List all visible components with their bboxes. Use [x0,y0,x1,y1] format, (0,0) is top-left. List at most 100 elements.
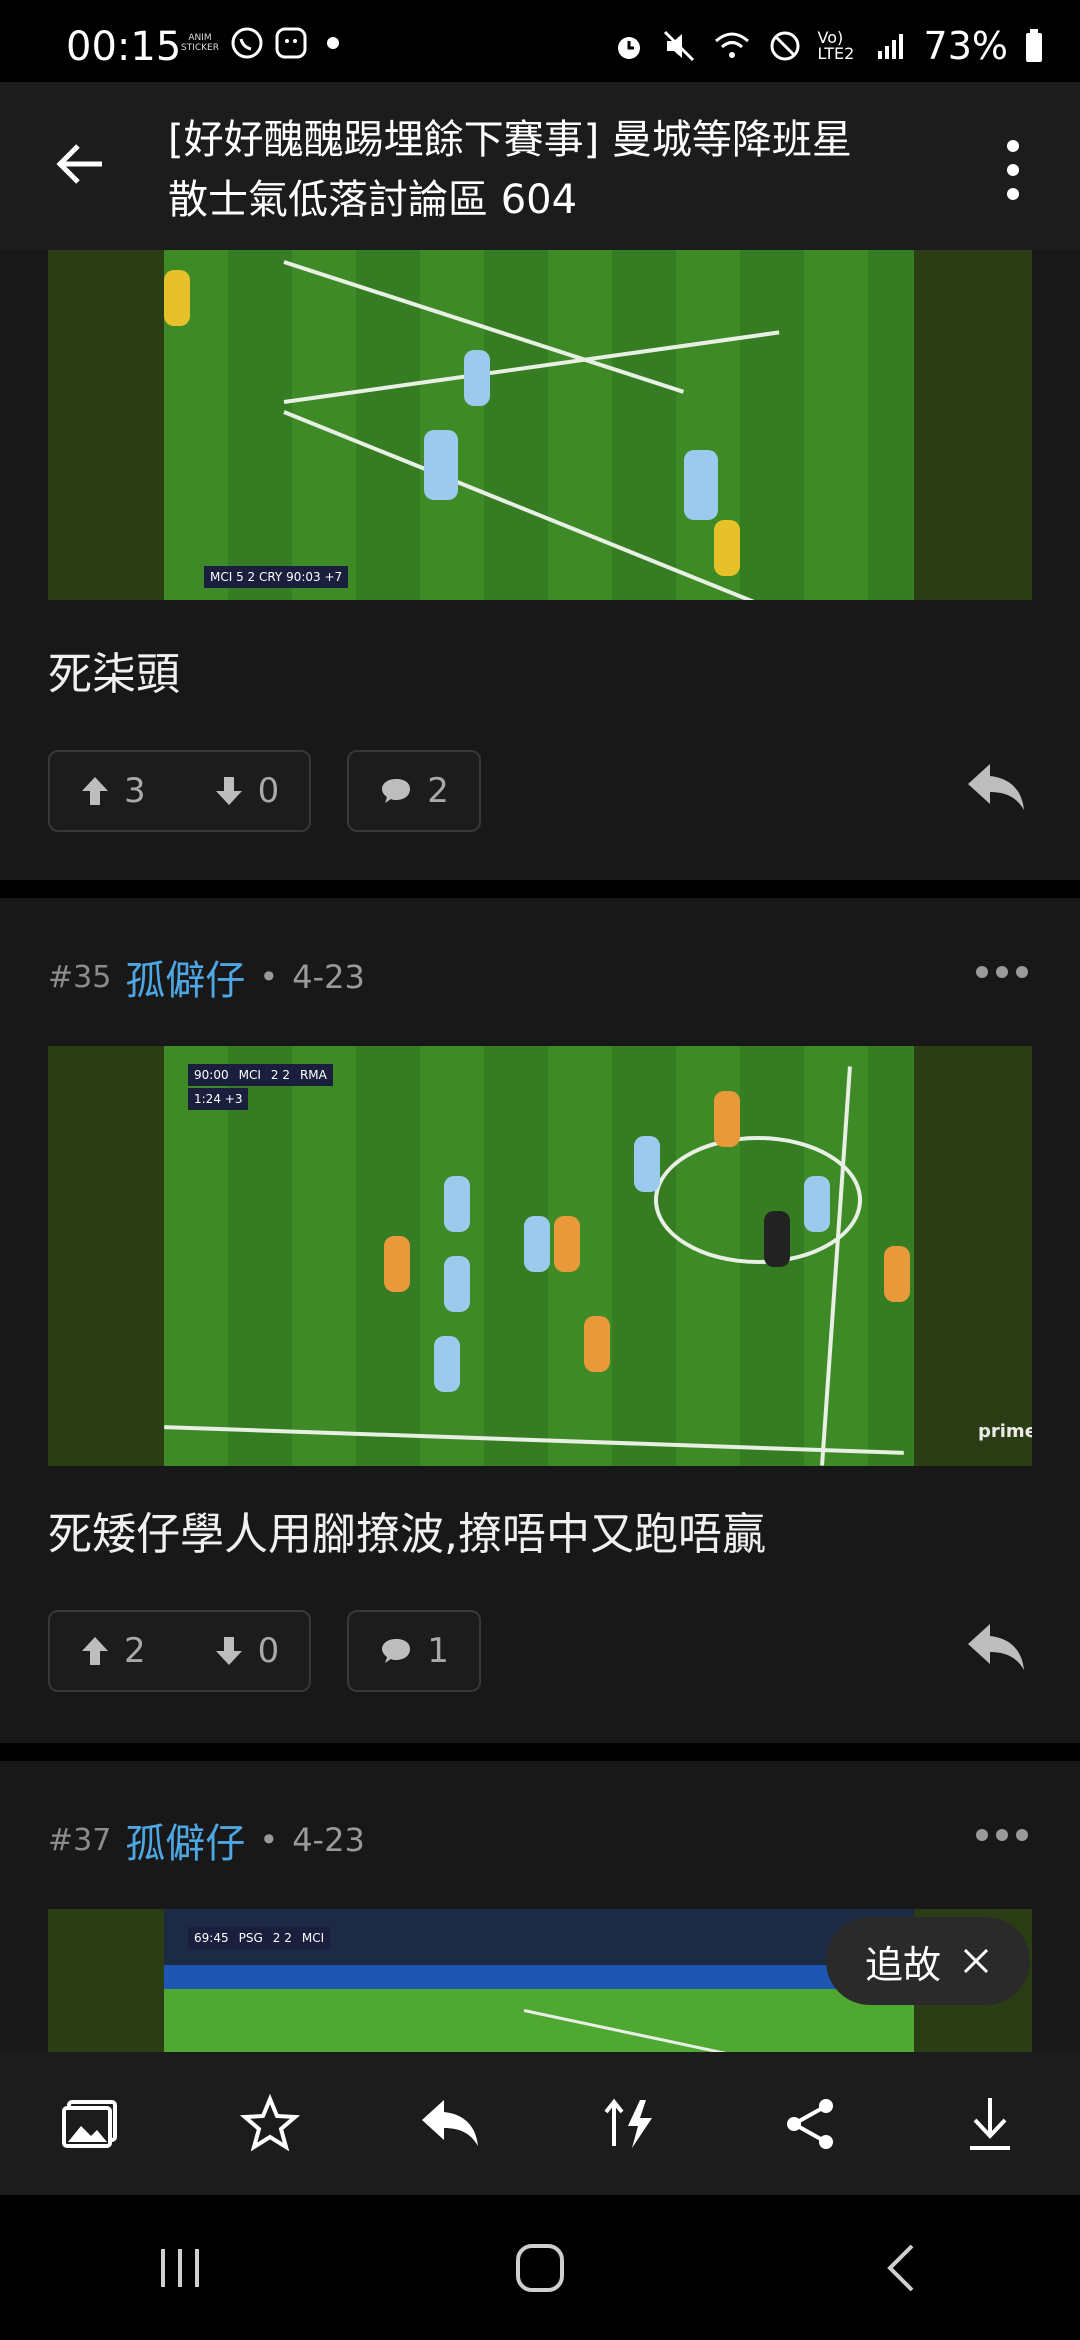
post-item: #37 孤僻仔 • 4-23 69:45 PSG 2 2 MCI [0,1761,1080,2052]
home-icon [516,2243,564,2292]
reply-post-button[interactable] [964,760,1028,816]
sort-button[interactable] [595,2089,665,2159]
back-icon [887,2244,914,2291]
recents-button[interactable] [140,2228,220,2308]
post-author[interactable]: 孤僻仔 [125,948,245,1006]
whatsapp-icon [231,27,263,59]
downvote-icon[interactable] [214,1635,244,1667]
download-button[interactable] [955,2089,1025,2159]
comment-button[interactable]: 1 [347,1610,481,1692]
scorebug-score: 2 2 [272,1931,292,1945]
thread-header: [好好醜醜踢埋餘下賽事] 曼城等降班星散士氣低落討論區 604 [0,82,1080,251]
post-date: 4-23 [292,958,365,996]
post-item: #35 孤僻仔 • 4-23 90:00 MCI 2 2 RMA 1:24 +3… [0,898,1080,1743]
post-body: 死柒頭 [48,649,180,700]
vote-box: 3 0 [48,750,312,832]
bottom-toolbar [0,2052,1080,2195]
share-icon [787,2098,833,2149]
scorebug-away: RMA [299,1068,327,1082]
downvote-icon[interactable] [214,775,244,807]
post-meta: #35 孤僻仔 • 4-23 [48,948,365,1006]
downvote-count: 0 [257,771,280,811]
star-icon [240,2093,300,2151]
comment-icon [382,1639,411,1663]
image-icon [62,2099,117,2148]
downvote-count: 0 [257,1631,280,1671]
upvote-icon[interactable] [80,775,110,807]
scorebug-home: PSG [238,1931,263,1945]
system-nav-bar [0,2195,1080,2340]
battery-percent: 73% [923,24,1008,68]
scorebug-time: 90:00 [194,1068,229,1082]
post-video[interactable]: 90:00 MCI 2 2 RMA 1:24 +3 prime [48,1046,1032,1466]
reply-post-button[interactable] [964,1620,1028,1676]
pitch-frame: 90:00 MCI 2 2 RMA 1:24 +3 [164,1046,914,1466]
pitch-frame: MCI 5 2 CRY 90:03 +7 [164,250,914,600]
reply-icon [422,2099,478,2146]
signal-icon [877,34,903,59]
alarm-icon [617,37,640,59]
post-more-button[interactable] [976,966,1028,978]
comment-button[interactable]: 2 [347,750,481,832]
post-author[interactable]: 孤僻仔 [125,1811,245,1869]
scorebug-score: 2 2 [270,1068,290,1082]
status-right-icons: Vo) LTE2 73% [612,24,1044,68]
recents-icon [161,2248,199,2287]
post-item: MCI 5 2 CRY 90:03 +7 死柒頭 3 0 2 [0,250,1080,880]
battery-icon [1026,29,1042,62]
thread-title: [好好醜醜踢埋餘下賽事] 曼城等降班星散士氣低落討論區 604 [168,117,852,223]
favorite-button[interactable] [235,2089,305,2159]
status-time: 00:15 [66,24,182,70]
scorebug-time: 69:45 [194,1931,229,1945]
post-meta: #37 孤僻仔 • 4-23 [48,1811,365,1869]
follow-thread-button[interactable]: 追故 [826,1917,1030,2005]
follow-label: 追故 [864,1942,941,1987]
mute-icon [663,30,694,62]
floor-number: #37 [48,1822,112,1858]
share-button[interactable] [775,2089,845,2159]
scorebug-away: MCI [301,1931,325,1945]
close-icon[interactable] [961,1946,991,1976]
center-circle [654,1136,862,1264]
sort-icon [604,2098,652,2148]
scorebug-extra: 1:24 +3 [188,1088,249,1110]
image-button[interactable] [55,2089,125,2159]
post-date: 4-23 [292,1821,365,1859]
post-body: 死矮仔學人用腳撩波,撩唔中又跑唔贏 [48,1509,766,1560]
home-button[interactable] [500,2228,580,2308]
post-actions: 2 0 1 [48,1610,481,1692]
upvote-count: 2 [124,1631,146,1671]
post-video[interactable]: MCI 5 2 CRY 90:03 +7 [48,250,1032,600]
pitch-frame: 69:45 PSG 2 2 MCI [164,1909,914,2052]
upvote-count: 3 [124,771,146,811]
sticker-app-icon [275,27,307,59]
scorebug: 90:00 MCI 2 2 RMA [188,1064,333,1086]
download-icon [970,2097,1010,2150]
post-list[interactable]: MCI 5 2 CRY 90:03 +7 死柒頭 3 0 2 #35 孤僻仔 •… [0,250,1080,2052]
comment-count: 1 [427,1631,449,1671]
back-button[interactable] [50,134,110,194]
post-actions: 3 0 2 [48,750,481,832]
scorebug-home: MCI [238,1068,261,1082]
meta-separator: • [259,958,279,996]
reply-arrow-icon [968,764,1024,810]
floor-number: #35 [48,959,112,995]
comment-count: 2 [427,771,449,811]
post-more-button[interactable] [976,1829,1028,1841]
comment-icon [382,779,411,803]
notification-dot-icon [327,37,339,49]
nav-back-button[interactable] [860,2228,940,2308]
reply-arrow-icon [968,1624,1024,1670]
arrow-left-icon [56,144,102,184]
status-left-icons: ANIM STICKER [180,26,348,60]
status-bar: 00:15 ANIM STICKER Vo) LTE2 73% [0,0,1080,82]
more-options-button[interactable] [998,140,1028,200]
reply-button[interactable] [415,2089,485,2159]
scorebug: 69:45 PSG 2 2 MCI [188,1927,331,1949]
meta-separator: • [259,1821,279,1859]
broadcaster-logo: prime [978,1421,1032,1442]
upvote-icon[interactable] [80,1635,110,1667]
network-label: Vo) LTE2 [817,28,855,63]
vote-box: 2 0 [48,1610,312,1692]
scorebug: MCI 5 2 CRY 90:03 +7 [204,566,349,588]
